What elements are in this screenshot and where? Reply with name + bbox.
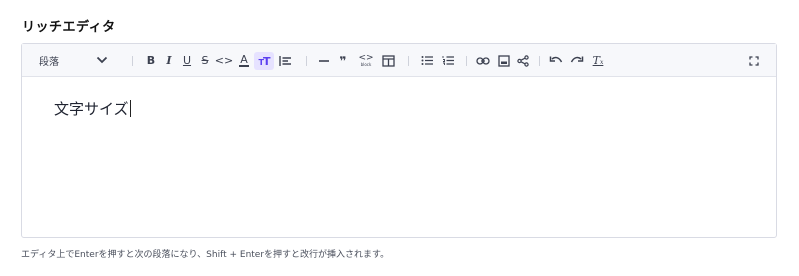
block-type-select[interactable]: 段落 — [32, 44, 120, 77]
toolbar-divider — [539, 56, 540, 66]
link-button[interactable] — [475, 44, 491, 77]
blockquote-icon: ❞ — [339, 53, 347, 68]
field-label: リッチエディタ — [22, 20, 116, 35]
underline-button[interactable]: U — [179, 44, 195, 77]
align-button[interactable] — [278, 44, 294, 77]
editor-content[interactable]: 文字サイズ — [54, 98, 131, 119]
text-caret — [129, 100, 131, 117]
code-block-icon: <> — [358, 53, 374, 63]
clear-format-icon: Tx — [592, 54, 604, 67]
code-block-caption: block — [360, 62, 372, 67]
font-size-icon: TT — [258, 54, 271, 68]
image-button[interactable] — [496, 44, 512, 77]
helper-text: エディタ上でEnterを押すと次の段落になり、Shift + Enterを押すと… — [21, 250, 390, 260]
link-icon — [476, 56, 490, 66]
share-icon — [517, 54, 529, 67]
italic-icon: I — [166, 54, 172, 67]
strikethrough-icon: S — [201, 54, 209, 67]
code-block-button[interactable]: <> block — [356, 44, 376, 77]
block-type-label: 段落 — [39, 57, 59, 68]
bullet-list-icon — [421, 55, 434, 66]
chevron-down-icon — [96, 55, 108, 65]
table-icon — [381, 54, 395, 67]
underline-icon: U — [182, 54, 192, 67]
rich-text-editor: 段落 B I U S <> A TT ❞ <> block Tx 文字サイズ — [21, 43, 777, 238]
horizontal-rule-icon — [318, 59, 330, 63]
text-color-icon: A — [239, 52, 249, 67]
undo-icon — [549, 56, 563, 66]
undo-button[interactable] — [548, 44, 564, 77]
bullet-list-button[interactable] — [419, 44, 435, 77]
clear-format-button[interactable]: Tx — [590, 44, 606, 77]
font-size-button[interactable]: TT — [254, 52, 274, 70]
strikethrough-button[interactable]: S — [197, 44, 213, 77]
editor-toolbar: 段落 B I U S <> A TT ❞ <> block Tx — [22, 44, 776, 77]
inline-code-button[interactable]: <> — [215, 44, 233, 77]
toolbar-divider — [132, 56, 133, 66]
bold-icon: B — [146, 54, 156, 67]
toolbar-divider — [306, 56, 307, 66]
inline-code-icon: <> — [214, 54, 234, 67]
horizontal-rule-button[interactable] — [316, 44, 332, 77]
redo-button[interactable] — [569, 44, 585, 77]
editor-text: 文字サイズ — [54, 100, 129, 118]
toolbar-divider — [466, 56, 467, 66]
italic-button[interactable]: I — [161, 44, 177, 77]
ordered-list-icon — [442, 55, 455, 66]
embed-button[interactable] — [515, 44, 531, 77]
image-icon — [498, 54, 510, 67]
redo-icon — [570, 56, 584, 66]
bold-button[interactable]: B — [143, 44, 159, 77]
ordered-list-button[interactable] — [440, 44, 456, 77]
table-button[interactable] — [380, 44, 396, 77]
blockquote-button[interactable]: ❞ — [335, 44, 351, 77]
fullscreen-icon — [749, 55, 759, 66]
text-color-button[interactable]: A — [236, 44, 252, 77]
fullscreen-button[interactable] — [746, 44, 762, 77]
align-left-icon — [279, 55, 293, 67]
toolbar-divider — [408, 56, 409, 66]
